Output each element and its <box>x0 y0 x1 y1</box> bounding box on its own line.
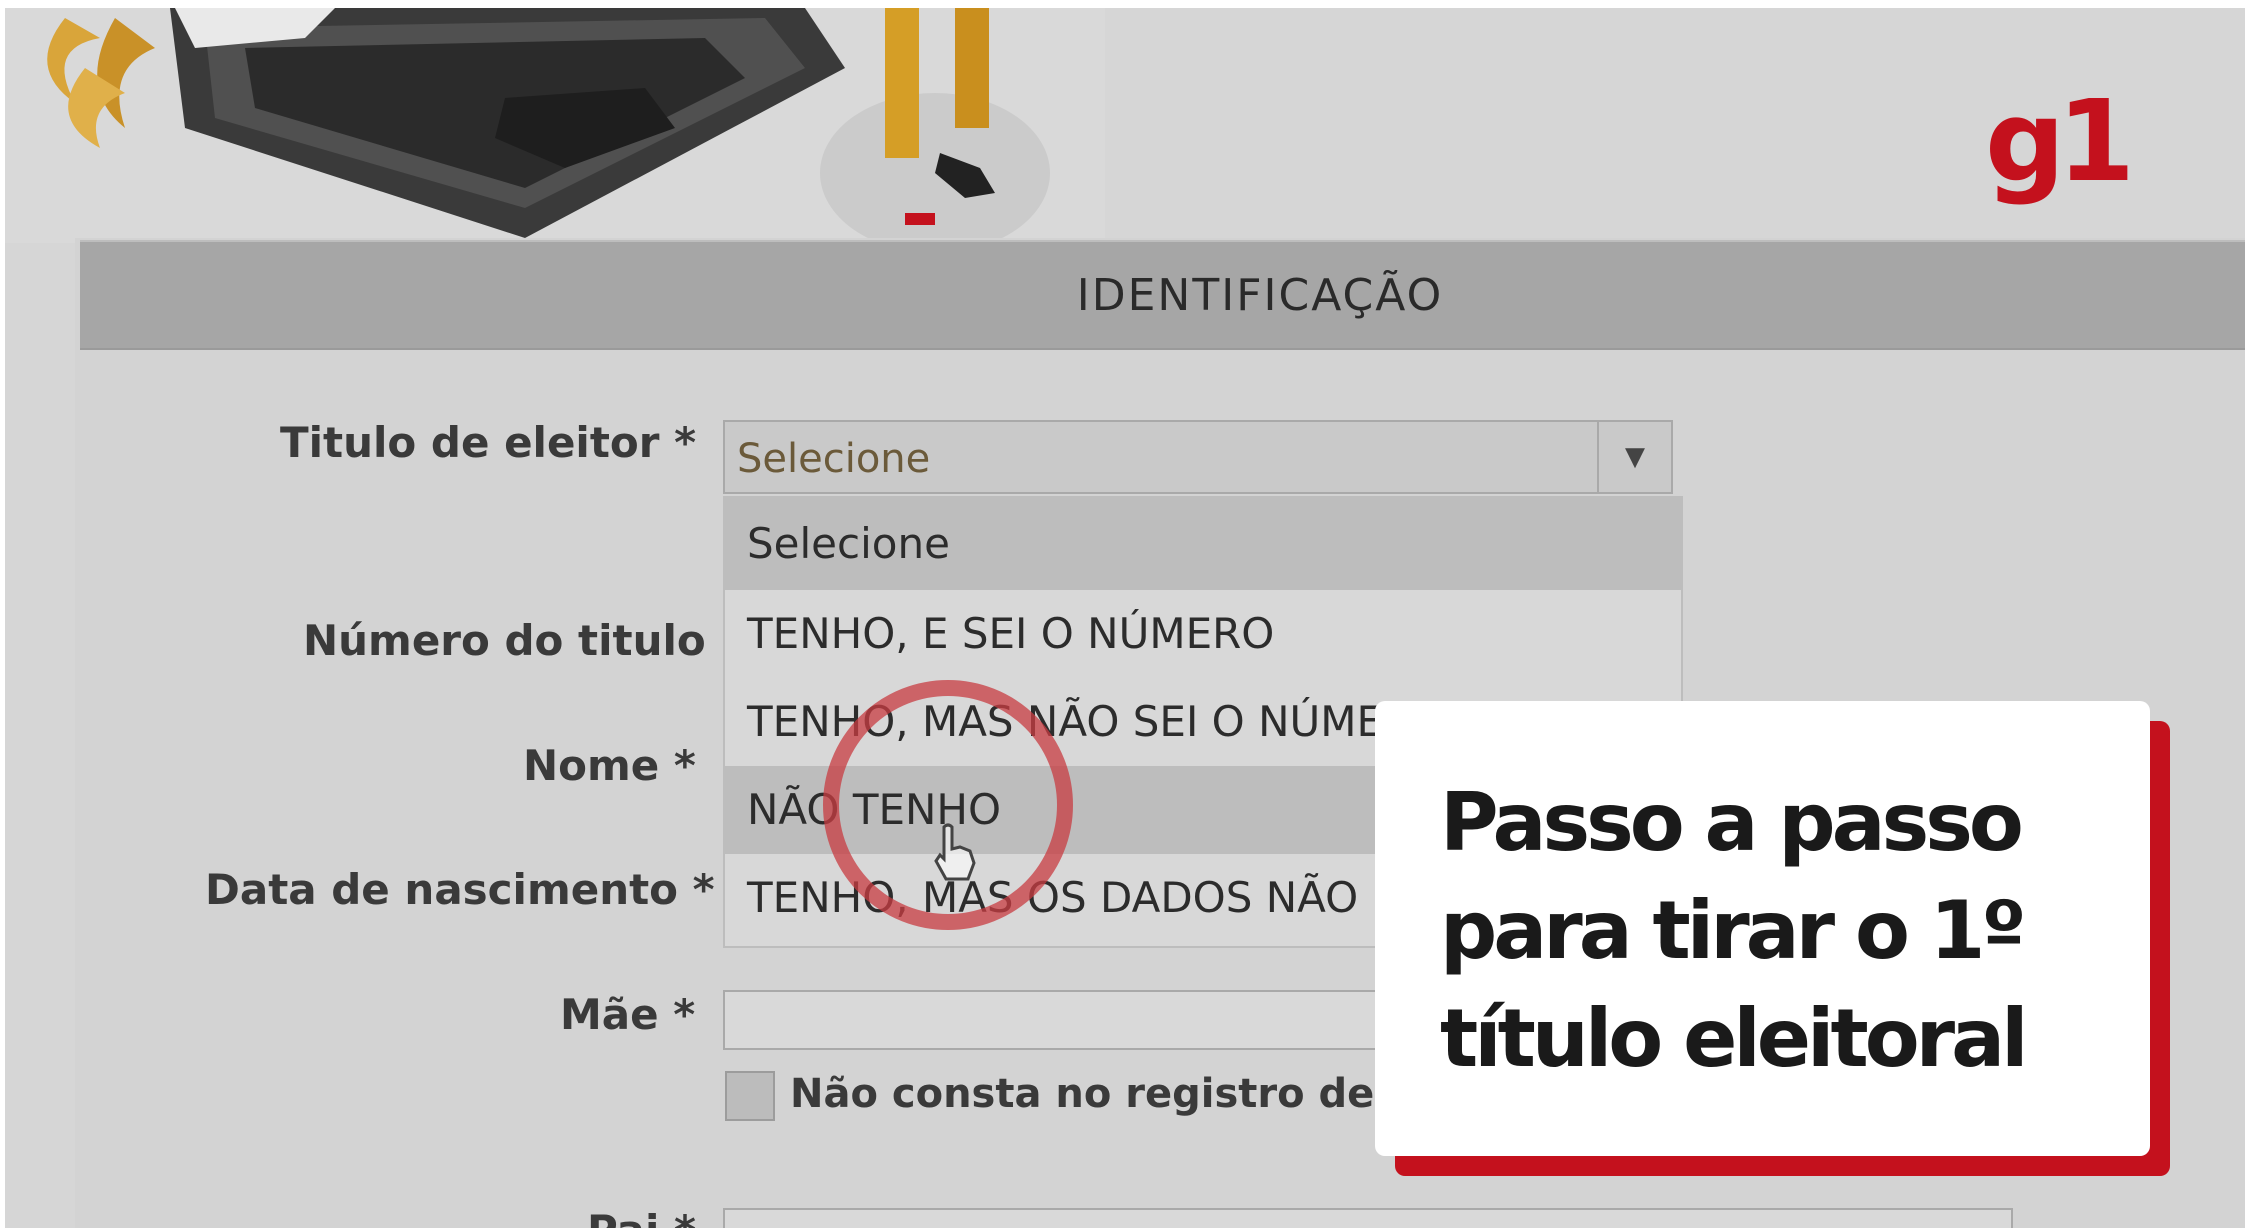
numero-label: Número do titulo <box>303 616 706 665</box>
nascimento-label: Data de nascimento * <box>205 865 715 914</box>
g1-logo: g1 <box>1985 77 2135 207</box>
video-frame: g1 IDENTIFICAÇÃO Titulo de eleitor * Núm… <box>5 8 2245 1228</box>
highlight-circle <box>823 680 1073 930</box>
nome-label: Nome * <box>523 741 696 790</box>
titulo-select[interactable]: Selecione ▼ <box>723 420 1673 494</box>
chevron-down-icon[interactable]: ▼ <box>1597 422 1671 492</box>
dropdown-option-sei-numero[interactable]: TENHO, E SEI O NÚMERO <box>725 590 1681 678</box>
card-face: Passo a passo para tirar o 1º título ele… <box>1375 701 2150 1156</box>
mae-input[interactable] <box>723 990 1423 1050</box>
section-title: IDENTIFICAÇÃO <box>1076 269 1444 321</box>
pai-input[interactable] <box>723 1208 2013 1228</box>
step-by-step-card: Passo a passo para tirar o 1º título ele… <box>1375 701 2170 1176</box>
titulo-label: Titulo de eleitor * <box>280 418 697 467</box>
mae-label: Mãe * <box>560 990 696 1039</box>
mae-nao-consta-checkbox[interactable] <box>725 1071 775 1121</box>
titulo-select-value: Selecione <box>737 436 931 482</box>
mae-nao-consta-label: Não consta no registro de na <box>790 1071 1444 1117</box>
laptop-illustration <box>5 8 1105 243</box>
section-header: IDENTIFICAÇÃO <box>80 240 2245 350</box>
card-headline: Passo a passo para tirar o 1º título ele… <box>1440 776 2029 1085</box>
dropdown-option-selecione[interactable]: Selecione <box>725 498 1681 590</box>
hand-cursor-icon <box>934 823 976 881</box>
